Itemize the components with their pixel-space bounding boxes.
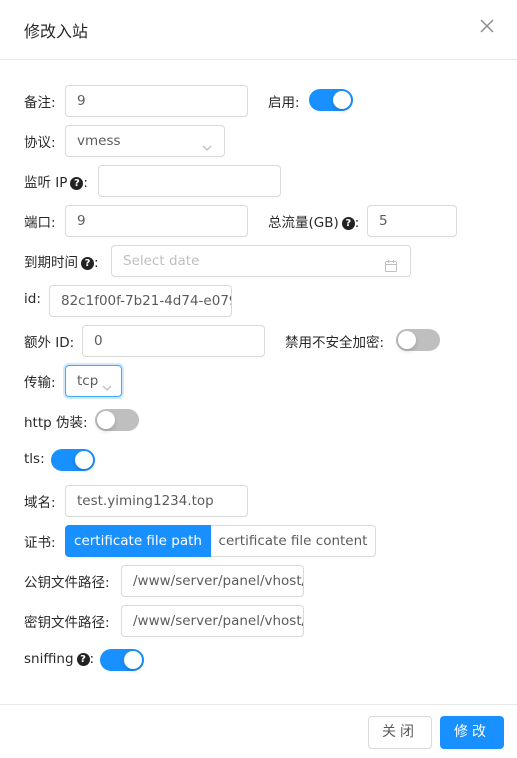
total-traffic-input[interactable]: 5 — [367, 205, 457, 237]
switch-knob — [398, 331, 416, 349]
public-key-input[interactable]: /www/server/panel/vhost/ — [121, 565, 304, 597]
cert-file-path-radio[interactable]: certificate file path — [65, 525, 211, 557]
switch-knob — [333, 91, 351, 109]
remark-label: 备注: — [24, 95, 56, 111]
sniffing-colon: : — [89, 651, 95, 667]
switch-knob — [97, 411, 115, 429]
sniffing-label-text: sniffing — [24, 651, 74, 667]
network-label: 传输: — [24, 375, 56, 391]
sniffing-label: sniffing?: — [24, 651, 94, 667]
expiry-label-text: 到期时间 — [24, 255, 78, 271]
public-key-row: 公钥文件路径: /www/server/panel/vhost/ — [0, 565, 517, 597]
network-value: tcp — [77, 373, 99, 389]
total-traffic-colon: : — [354, 215, 360, 231]
cert-label: 证书: — [24, 535, 56, 551]
id-input[interactable]: 82c1f00f-7b21-4d74-e079 — [49, 285, 232, 317]
protocol-select[interactable]: vmess — [65, 125, 225, 157]
protocol-label: 协议: — [24, 135, 56, 151]
protocol-value: vmess — [77, 133, 121, 149]
disable-insecure-label: 禁用不安全加密: — [285, 335, 385, 351]
tls-row: tls: — [0, 445, 517, 477]
id-row: id: 82c1f00f-7b21-4d74-e079 — [0, 285, 517, 317]
private-key-row: 密钥文件路径: /www/server/panel/vhost/ — [0, 605, 517, 637]
http-obfs-row: http 伪装: — [0, 405, 517, 437]
domain-row: 域名: test.yiming1234.top — [0, 485, 517, 517]
alter-id-label: 额外 ID: — [24, 335, 75, 351]
question-circle-icon[interactable]: ? — [341, 217, 355, 230]
http-obfs-label: http 伪装: — [24, 415, 88, 431]
expiry-colon: : — [94, 255, 99, 271]
close-icon[interactable] — [479, 18, 499, 38]
disable-insecure-switch[interactable] — [396, 329, 440, 351]
switch-knob — [75, 451, 93, 469]
switch-knob — [124, 651, 142, 669]
port-label: 端口: — [24, 215, 56, 231]
question-circle-icon[interactable]: ? — [81, 257, 94, 270]
private-key-input[interactable]: /www/server/panel/vhost/ — [121, 605, 304, 637]
listen-ip-row: 监听 IP?: — [0, 165, 517, 197]
expiry-date-picker[interactable]: Select date — [111, 245, 411, 277]
sniffing-switch[interactable] — [100, 649, 144, 671]
cert-row: 证书: certificate file path certificate fi… — [0, 525, 517, 557]
cert-file-content-radio[interactable]: certificate file content — [211, 525, 376, 557]
listen-ip-label-text: 监听 IP — [24, 175, 68, 191]
alter-id-row: 额外 ID: 0 禁用不安全加密: — [0, 325, 517, 357]
private-key-label: 密钥文件路径: — [24, 615, 110, 631]
protocol-row: 协议: vmess — [0, 125, 517, 157]
chevron-down-icon — [201, 135, 213, 156]
listen-ip-colon: : — [83, 175, 88, 191]
port-input[interactable]: 9 — [65, 205, 248, 237]
modal-title: 修改入站 — [24, 22, 89, 41]
expiry-label: 到期时间?: — [24, 251, 99, 271]
total-traffic-label: 总流量(GB)?: — [268, 211, 359, 231]
edit-inbound-modal: 修改入站 备注: 9 启用: 协议: vmess 监听 IP?: 端口: 9 总… — [0, 0, 517, 758]
port-row: 端口: 9 总流量(GB)?: 5 — [0, 205, 517, 237]
remark-input[interactable]: 9 — [65, 85, 248, 117]
http-obfs-switch[interactable] — [95, 409, 139, 431]
calendar-icon — [384, 254, 398, 276]
close-button[interactable]: 关闭 — [368, 716, 432, 749]
total-traffic-label-text: 总流量(GB) — [268, 215, 339, 231]
network-row: 传输: tcp — [0, 365, 517, 397]
tls-switch[interactable] — [51, 449, 95, 471]
public-key-label: 公钥文件路径: — [24, 575, 110, 591]
expiry-placeholder: Select date — [123, 253, 200, 269]
remark-row: 备注: 9 启用: — [0, 85, 517, 117]
chevron-down-icon — [101, 375, 113, 396]
modal-footer: 关闭 修改 — [0, 704, 517, 758]
listen-ip-input[interactable] — [98, 165, 281, 197]
network-select[interactable]: tcp — [65, 365, 122, 397]
question-circle-icon[interactable]: ? — [70, 177, 84, 190]
id-label: id: — [24, 291, 41, 307]
enable-label: 启用: — [268, 95, 300, 111]
enable-switch[interactable] — [309, 89, 353, 111]
alter-id-input[interactable]: 0 — [82, 325, 265, 357]
expiry-row: 到期时间?: Select date — [0, 245, 517, 277]
sniffing-row: sniffing?: — [0, 645, 517, 677]
modal-header: 修改入站 — [0, 0, 517, 60]
tls-label: tls: — [24, 451, 45, 467]
submit-button[interactable]: 修改 — [440, 716, 504, 749]
domain-input[interactable]: test.yiming1234.top — [65, 485, 248, 517]
domain-label: 域名: — [24, 495, 56, 511]
listen-ip-label: 监听 IP?: — [24, 171, 88, 191]
question-circle-icon[interactable]: ? — [76, 653, 90, 666]
